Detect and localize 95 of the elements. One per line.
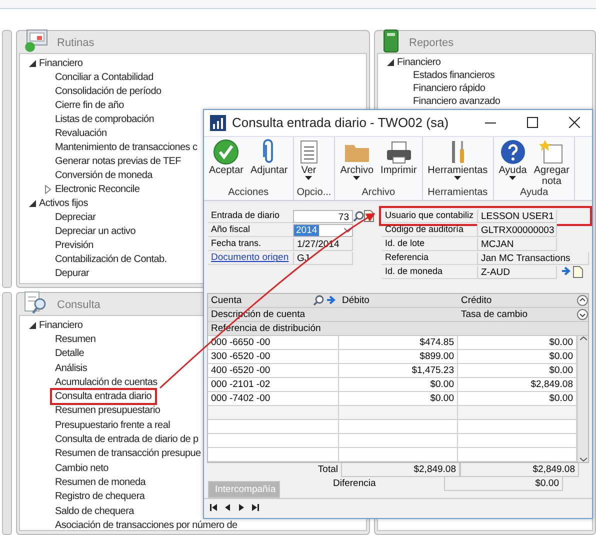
caret-icon: [509, 176, 516, 180]
caret-icon: [353, 176, 360, 180]
tree-item[interactable]: Depreciar un activo: [50, 222, 140, 240]
ribbon-button[interactable]: Adjuntar: [248, 136, 290, 188]
column-header: Crédito: [460, 294, 493, 306]
ribbon-button[interactable]: Ayuda: [496, 136, 529, 188]
account-cell: 000 -6650 -00: [208, 336, 339, 349]
expanded-triangle-icon[interactable]: [386, 59, 394, 66]
last-record-icon[interactable]: [252, 502, 260, 512]
debit-cell: $0.00: [339, 378, 458, 391]
field-value: Z-AUD: [477, 266, 557, 279]
input-field[interactable]: 73: [293, 210, 353, 223]
arrow-right-icon[interactable]: [326, 294, 336, 305]
scroll-down-icon[interactable]: [580, 456, 586, 462]
chart-app-icon: [210, 114, 226, 131]
tree-item[interactable]: Consulta entrada diario: [50, 388, 156, 406]
ribbon-button[interactable]: Herramientas: [426, 136, 490, 188]
debit-cell: $0.00: [339, 392, 458, 405]
expanded-triangle-icon[interactable]: [28, 200, 36, 206]
new-note-icon: [538, 138, 565, 165]
column-header: Débito: [341, 294, 370, 306]
previous-record-icon[interactable]: [224, 502, 232, 512]
field-value: GLTRX00000003: [477, 224, 557, 237]
tree-item[interactable]: Conciliar a Contabilidad: [50, 68, 158, 86]
first-record-icon[interactable]: [210, 502, 218, 512]
scroll-up-icon[interactable]: [580, 336, 586, 341]
tree-item[interactable]: Financiero: [34, 54, 88, 72]
tree-item[interactable]: Generar notas previas de TEF: [50, 152, 186, 170]
debit-cell: $1,475.23: [339, 364, 458, 377]
tree-item[interactable]: Activos fijos: [34, 194, 93, 212]
ribbon-button[interactable]: Archivo: [338, 136, 376, 188]
ribbon-button[interactable]: Aceptar: [207, 136, 246, 188]
account-cell: 300 -6520 -00: [208, 350, 339, 363]
ribbon-group-label: Acciones: [227, 187, 270, 200]
difference-value: $0.00: [444, 476, 563, 491]
account-cell: 000 -7402 -00: [208, 392, 339, 405]
field-value: Jan MC Transactions: [477, 252, 589, 265]
search-icon[interactable]: [313, 294, 324, 306]
collapse-rows-icon[interactable]: [577, 294, 588, 306]
close-icon[interactable]: [568, 117, 580, 128]
account-cell: 400 -6520 -00: [208, 364, 339, 377]
book-icon: [381, 29, 401, 53]
check-icon: [213, 138, 240, 165]
chevron-down-icon[interactable]: [344, 228, 352, 233]
panel-title: Rutinas: [57, 37, 94, 51]
tree-item[interactable]: Revaluación: [50, 124, 112, 142]
debit-cell: $474.85: [339, 336, 458, 349]
debit-cell: $899.00: [339, 350, 458, 363]
help-icon: [500, 138, 526, 165]
tree-item[interactable]: Consolidación de período: [50, 82, 166, 100]
tree-item[interactable]: Detalle: [50, 345, 90, 362]
field-value: LESSON USER1: [477, 210, 557, 223]
difference-label: Diferencia: [332, 476, 377, 490]
account-cell: 000 -2101 -02: [208, 378, 339, 391]
tree-item[interactable]: Presupuestario frente a real: [50, 416, 176, 434]
expanded-triangle-icon[interactable]: [28, 322, 36, 329]
tree-item[interactable]: Previsión: [50, 236, 98, 254]
ribbon-group-label: Ayuda: [518, 187, 550, 200]
caret-icon: [305, 176, 312, 180]
tree-item[interactable]: Listas de comprobación: [50, 110, 160, 128]
tree-item[interactable]: Depurar: [50, 264, 94, 282]
panel-title: Consulta: [57, 299, 100, 313]
tree-item[interactable]: Depreciar: [50, 208, 101, 226]
arrow-right-icon[interactable]: [561, 266, 571, 276]
ribbon-group-label: Opcio...: [296, 187, 332, 200]
expanded-triangle-icon[interactable]: [28, 60, 36, 66]
total-debit: $2,849.08: [341, 462, 460, 477]
tree-item[interactable]: Mantenimiento de transacciones c: [50, 138, 202, 156]
dropdown-field[interactable]: 2014: [293, 224, 353, 237]
total-label: Total: [316, 462, 339, 476]
ribbon-group-label: Herramientas: [426, 187, 489, 200]
next-record-icon[interactable]: [238, 502, 246, 512]
total-credit: $2,849.08: [460, 462, 579, 477]
column-header: Cuenta: [210, 294, 242, 306]
caret-icon: [454, 176, 462, 180]
panel-title: Reportes: [409, 37, 454, 51]
tree-item[interactable]: Electronic Reconcile: [50, 180, 145, 198]
column-header: Tasa de cambio: [460, 308, 529, 320]
ribbon-button[interactable]: Agregar nota: [532, 136, 572, 188]
window-title: Consulta entrada diario - TWO02 (sa): [232, 115, 450, 130]
list-icon: [298, 138, 319, 165]
new-document-icon[interactable]: [573, 266, 583, 278]
tree-item[interactable]: Conversión de moneda: [50, 166, 158, 184]
ribbon-button[interactable]: Ver: [296, 136, 321, 188]
ribbon-group-label: Archivo: [360, 187, 396, 200]
tree-item[interactable]: Cierre fin de año: [50, 96, 129, 114]
collapsed-triangle-icon[interactable]: [45, 184, 51, 194]
tree-item[interactable]: Registro de chequera: [50, 488, 150, 506]
search-icon[interactable]: [353, 210, 364, 222]
expand-rows-icon[interactable]: [577, 308, 588, 320]
ribbon-button[interactable]: Imprimir: [378, 136, 419, 188]
maximize-icon[interactable]: [526, 117, 538, 128]
field-value: MCJAN: [477, 238, 557, 251]
scrollbar[interactable]: [577, 336, 588, 462]
tree-item[interactable]: Contabilización de Contab.: [50, 250, 172, 268]
